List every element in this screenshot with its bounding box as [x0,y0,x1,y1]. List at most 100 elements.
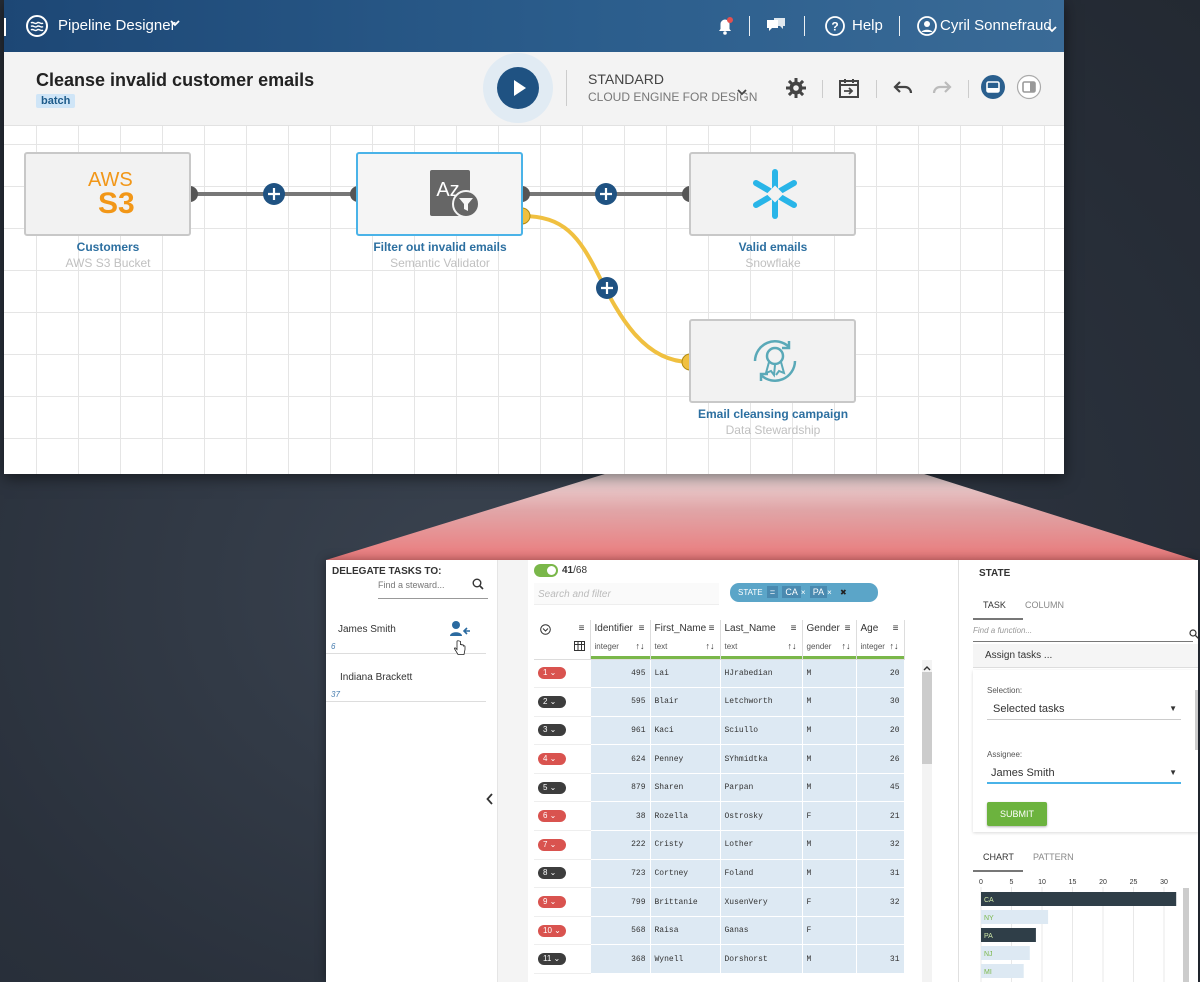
cell-gender[interactable]: M [802,830,857,860]
menu-icon[interactable]: ≡ [791,623,797,634]
cell-age[interactable]: 26 [856,744,905,774]
cell-identifier[interactable]: 961 [590,716,651,746]
menu-icon[interactable]: ≡ [709,623,715,634]
cell-age[interactable] [856,916,905,946]
run-pipeline-button[interactable] [497,67,539,109]
cell-last-name[interactable]: HJrabedian [720,659,803,689]
cell-age[interactable]: 32 [856,830,905,860]
cell-first-name[interactable]: Cristy [650,830,721,860]
cell-last-name[interactable]: Foland [720,859,803,889]
tab-chart[interactable]: CHART [983,852,1014,862]
cell-age[interactable]: 31 [856,944,905,975]
steward-row[interactable]: James Smith 6 [326,606,486,655]
chevron-down-icon[interactable] [1047,21,1057,39]
task-state-pill[interactable]: 1 ⌄ [538,667,566,680]
chevron-up-icon[interactable] [923,662,931,674]
function-search-input[interactable]: Find a function... [973,626,1193,642]
cell-identifier[interactable]: 879 [590,773,651,803]
cell-gender[interactable]: M [802,659,857,689]
scrollbar-thumb[interactable] [1195,690,1198,750]
cell-age[interactable]: 20 [856,716,905,746]
pipeline-canvas[interactable]: AWS S3 Customers AWS S3 Bucket Az Filter… [4,126,1064,474]
task-state-pill[interactable]: 6 ⌄ [538,810,566,823]
assignee-select[interactable]: James Smith ▼ [987,762,1181,784]
cell-age[interactable]: 31 [856,859,905,889]
cell-first-name[interactable]: Kaci [650,716,721,746]
cell-identifier[interactable]: 222 [590,830,651,860]
filter-toggle[interactable] [534,564,558,577]
schedule-icon[interactable] [837,76,861,100]
layout-bottom-panel-icon[interactable] [980,74,1006,100]
task-state-pill[interactable]: 7 ⌄ [538,838,566,851]
cell-first-name[interactable]: Cortney [650,859,721,889]
cell-last-name[interactable]: Ganas [720,916,803,946]
sort-icon[interactable]: ↑↓ [636,641,645,651]
table-row[interactable]: 3 ⌄ 961 Kaci Sciullo M 20 [534,716,905,746]
column-header[interactable]: Last_Name ≡ text ↑↓ [720,620,803,660]
node-email-cleansing-campaign[interactable] [689,319,856,403]
table-row[interactable]: 10 ⌄ 568 Raisa Ganas F [534,916,905,946]
cell-gender[interactable]: F [802,801,857,832]
column-header[interactable]: Identifier ≡ integer ↑↓ [590,620,651,660]
search-filter-input[interactable]: Search and filter [534,583,719,605]
table-row[interactable]: 6 ⌄ 38 Rozella Ostrosky F 21 [534,801,905,832]
node-filter-invalid-emails[interactable]: Az [356,152,523,236]
help-icon[interactable]: ? [824,15,846,37]
engine-subtitle[interactable]: CLOUD ENGINE FOR DESIGN [588,90,757,104]
cell-age[interactable]: 21 [856,801,905,832]
node-valid-emails[interactable] [689,152,856,236]
menu-icon[interactable]: ≡ [845,623,851,634]
notification-bell-icon[interactable] [714,15,736,37]
sort-icon[interactable]: ↑↓ [706,641,715,651]
user-avatar-icon[interactable] [916,15,938,37]
task-state-pill[interactable]: 8 ⌄ [538,867,566,880]
undo-icon[interactable] [891,76,915,100]
cell-gender[interactable]: M [802,716,857,746]
table-row[interactable]: 11 ⌄ 368 Wynell Dorshorst M 31 [534,944,905,975]
chevron-down-icon[interactable] [170,17,180,31]
chevron-left-icon[interactable] [486,792,494,808]
task-state-pill[interactable]: 2 ⌄ [538,695,566,708]
redo-icon[interactable] [930,76,954,100]
cell-first-name[interactable]: Brittanie [650,887,721,917]
cell-gender[interactable]: F [802,887,857,917]
layout-side-panel-icon[interactable] [1016,74,1042,100]
cell-first-name[interactable]: Wynell [650,944,721,975]
cell-last-name[interactable]: Letchworth [720,687,803,717]
table-row[interactable]: 5 ⌄ 879 Sharen Parpan M 45 [534,773,905,803]
table-row[interactable]: 7 ⌄ 222 Cristy Lother M 32 [534,830,905,860]
cell-first-name[interactable]: Rozella [650,801,721,832]
task-state-pill[interactable]: 11 ⌄ [538,953,566,966]
steward-row[interactable]: Indiana Brackett 37 [326,654,486,702]
cell-age[interactable]: 20 [856,659,905,689]
tab-pattern[interactable]: PATTERN [1033,852,1074,862]
cell-gender[interactable]: M [802,944,857,975]
scrollbar-thumb[interactable] [922,672,932,764]
search-icon[interactable] [472,578,484,593]
assign-user-icon[interactable] [450,620,472,641]
cell-identifier[interactable]: 624 [590,744,651,774]
task-state-pill[interactable]: 5 ⌄ [538,781,566,794]
menu-icon[interactable]: ≡ [639,623,645,634]
menu-icon[interactable]: ≡ [893,623,899,634]
cell-gender[interactable]: M [802,687,857,717]
cell-identifier[interactable]: 38 [590,801,651,832]
cell-identifier[interactable]: 368 [590,944,651,975]
cell-age[interactable]: 30 [856,687,905,717]
tab-task[interactable]: TASK [983,600,1006,610]
cell-age[interactable]: 32 [856,887,905,917]
close-icon[interactable]: ✖ [840,588,847,597]
column-header[interactable]: First_Name ≡ text ↑↓ [650,620,721,660]
cell-last-name[interactable]: Lother [720,830,803,860]
task-state-pill[interactable]: 4 ⌄ [538,753,566,766]
chevron-circle-down-icon[interactable] [540,624,551,637]
table-row[interactable]: 4 ⌄ 624 Penney SYhmidtka M 26 [534,744,905,774]
app-logo-icon[interactable] [26,15,48,37]
assign-tasks-section[interactable]: Assign tasks ... [973,644,1198,668]
cell-gender[interactable]: M [802,859,857,889]
table-row[interactable]: 8 ⌄ 723 Cortney Foland M 31 [534,859,905,889]
sort-icon[interactable]: ↑↓ [788,641,797,651]
cell-identifier[interactable]: 799 [590,887,651,917]
column-header[interactable]: Gender ≡ gender ↑↓ [802,620,857,660]
search-icon[interactable] [1189,629,1198,642]
